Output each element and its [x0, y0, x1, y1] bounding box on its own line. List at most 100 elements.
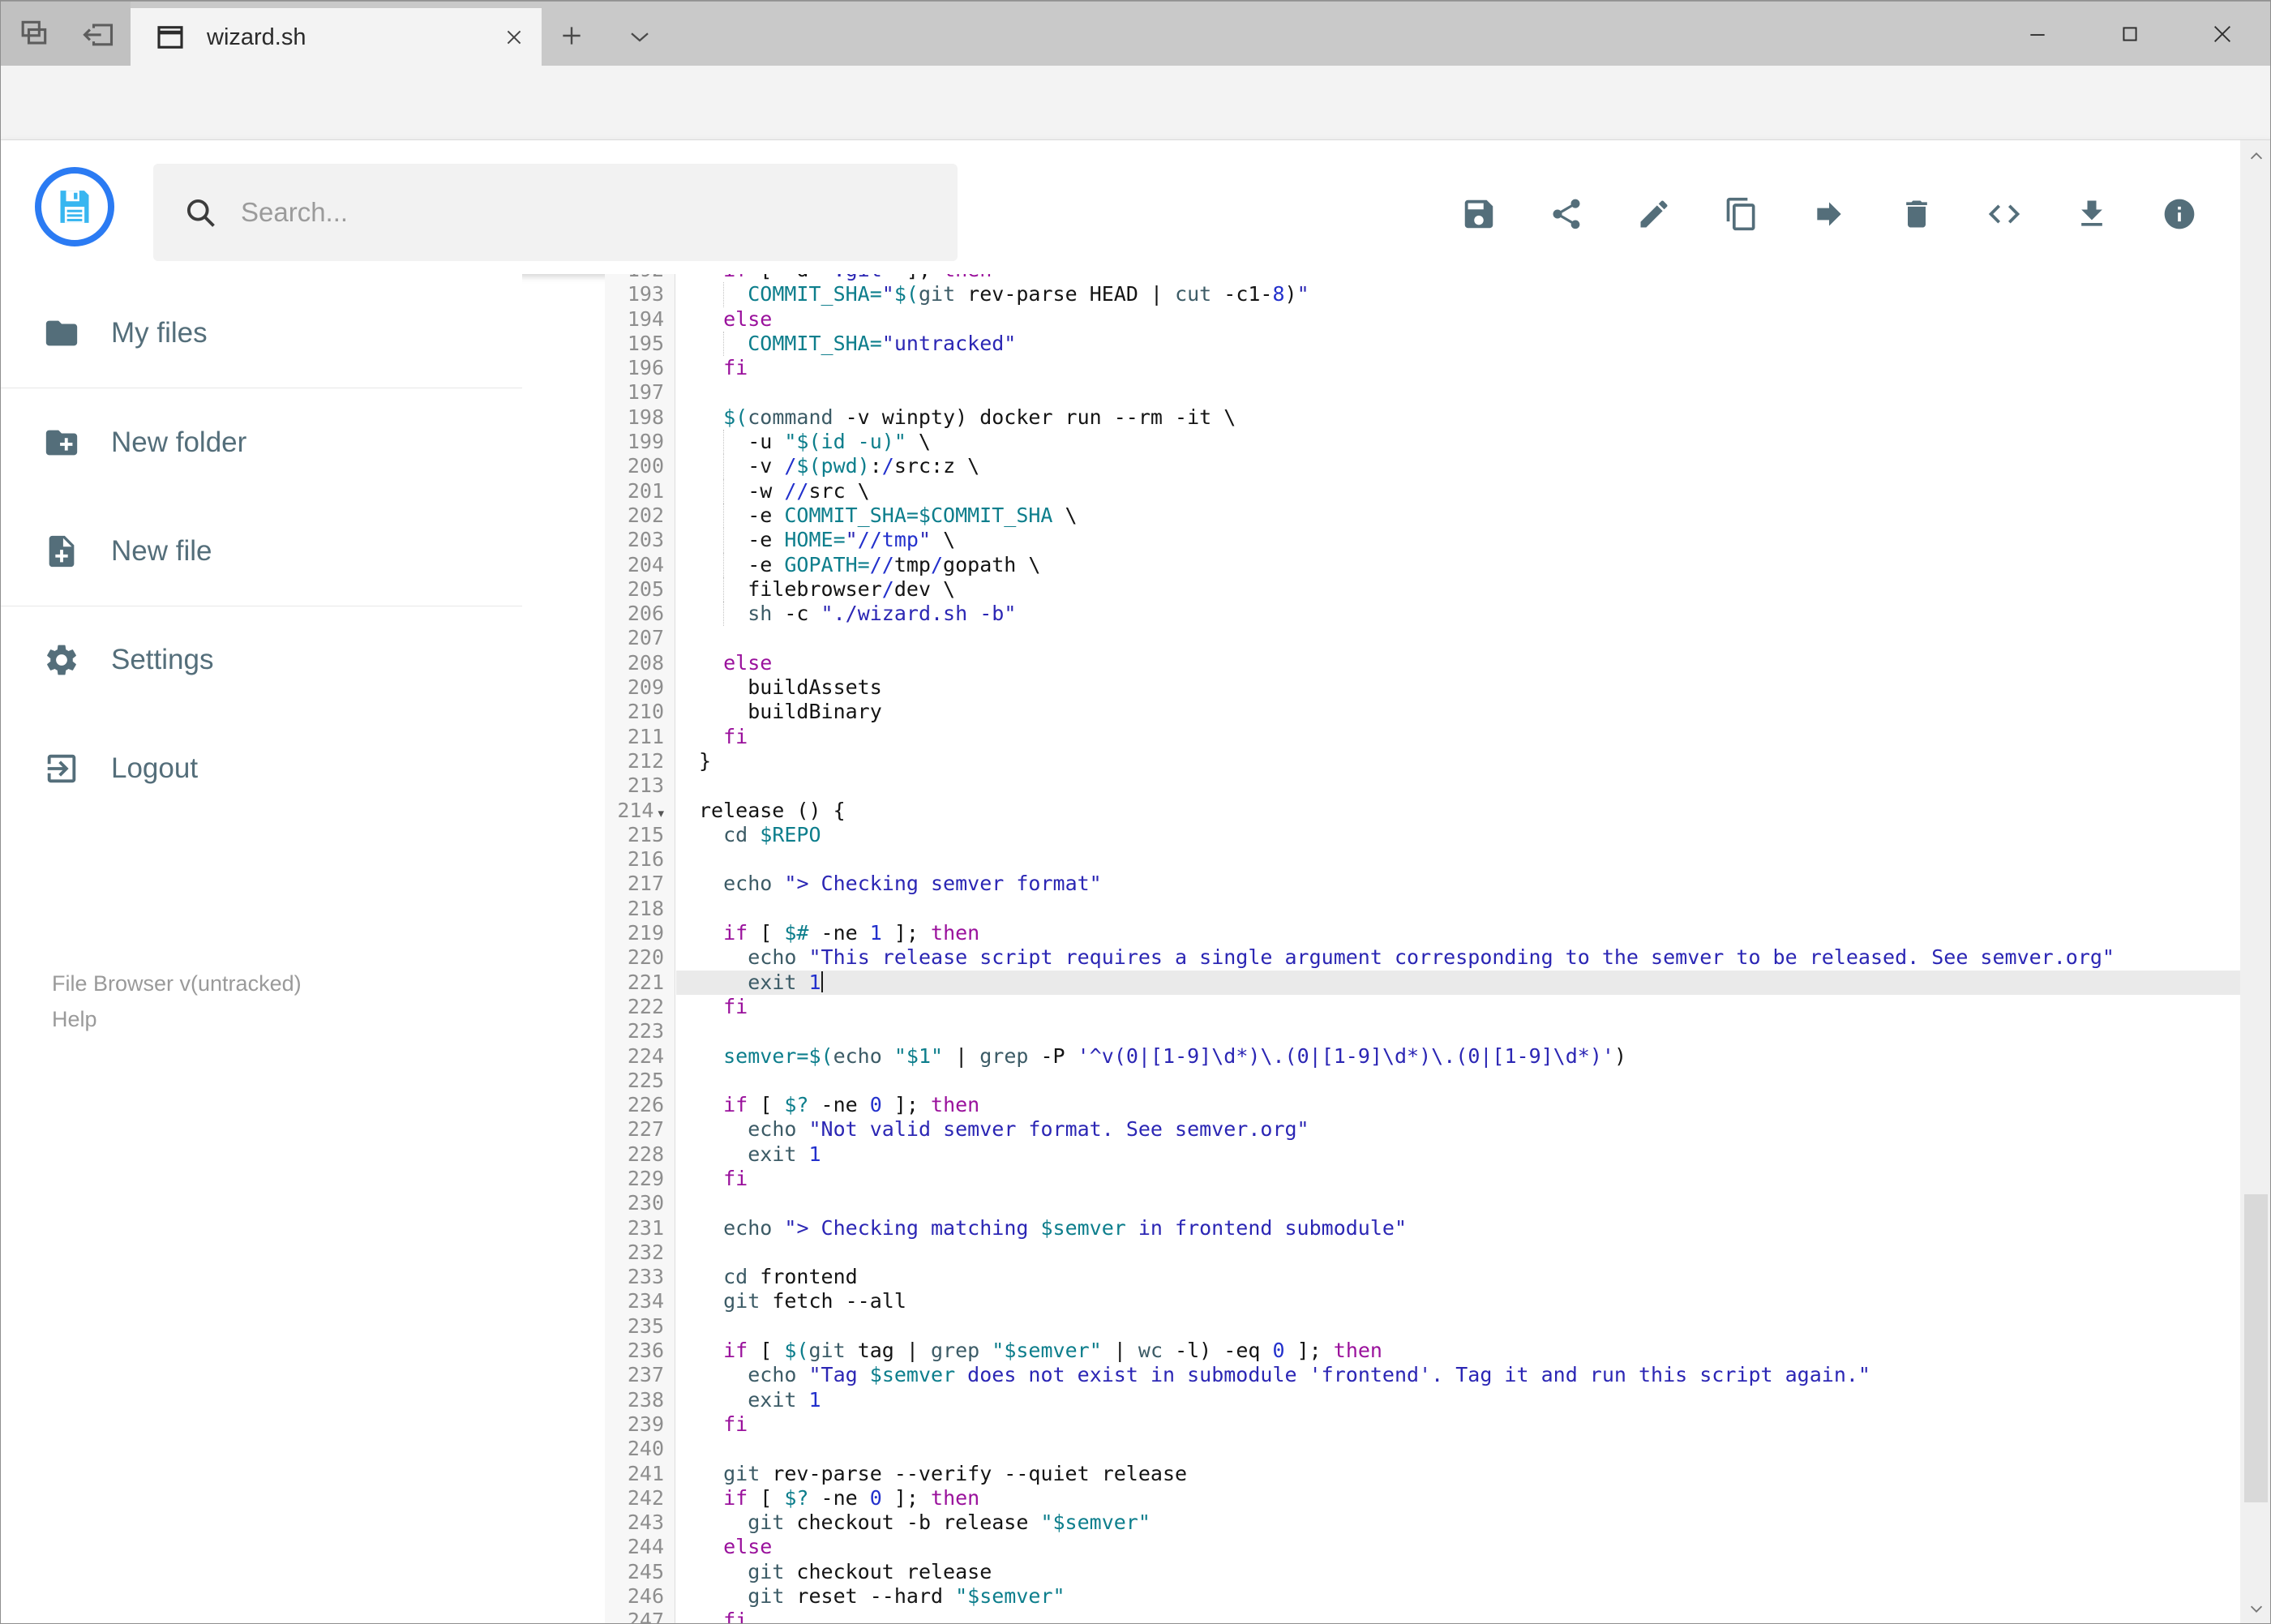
save-icon[interactable]: [1459, 195, 1498, 234]
copy-icon[interactable]: [1722, 195, 1761, 234]
code-line: git checkout release: [748, 1559, 992, 1583]
line-number: 244: [627, 1535, 664, 1559]
sidebar-item-settings[interactable]: Settings: [1, 628, 522, 692]
line-number: 205: [627, 576, 664, 601]
code-line: if [ $# -ne 1 ]; then: [723, 921, 980, 945]
code-line: exit 1: [676, 970, 2240, 995]
line-number: 228: [627, 1142, 664, 1166]
search-bar[interactable]: [153, 164, 958, 261]
floppy-logo-icon: [60, 191, 89, 223]
info-icon[interactable]: [2160, 195, 2199, 234]
new-tab-button[interactable]: [555, 19, 588, 52]
navigation-bar: filebrowser.web/files/wizard.sh: [1, 66, 2270, 193]
close-button[interactable]: [2188, 2, 2256, 66]
sidebar-item-new-folder[interactable]: New folder: [1, 410, 522, 475]
code-line: sh -c "./wizard.sh -b": [676, 602, 2240, 627]
scrollbar-track[interactable]: [2240, 140, 2270, 1623]
code-line: echo "This release script requires a sin…: [748, 945, 2115, 970]
code-line: fi: [723, 994, 748, 1018]
code-line: if [ -d ".git" ]; then: [676, 274, 2240, 282]
line-number: 204: [627, 552, 664, 576]
code-line: -w //src \: [676, 478, 2240, 504]
download-icon[interactable]: [2072, 195, 2111, 234]
code-line: else: [723, 306, 773, 331]
line-number: 236: [627, 1339, 664, 1363]
sidebar-item-label: My files: [111, 317, 208, 349]
move-icon[interactable]: [1810, 195, 1849, 234]
line-number: 213: [627, 773, 664, 798]
tab-close-icon[interactable]: [498, 21, 530, 54]
code-line: -e HOME="//tmp" \: [676, 528, 2240, 553]
line-number: 206: [627, 602, 664, 626]
help-link[interactable]: Help: [52, 1007, 97, 1032]
new-file-icon: [43, 533, 80, 570]
text-caret: [821, 971, 823, 992]
sidebar-item-label: New file: [111, 535, 212, 567]
line-number: 235: [627, 1313, 664, 1338]
line-number: 233: [627, 1265, 664, 1289]
code-editor[interactable]: 1921931941951961971981992002012022032042…: [605, 274, 2240, 1624]
code-line: echo "Tag $semver does not exist in subm…: [748, 1363, 1870, 1387]
sidebar-item-my-files[interactable]: My files: [1, 301, 522, 366]
app-version: File Browser v(untracked): [52, 971, 302, 996]
search-input[interactable]: [239, 196, 891, 229]
maximize-button[interactable]: [2096, 2, 2164, 66]
code-line: echo "Not valid semver format. See semve…: [748, 1117, 1309, 1142]
set-tabs-aside-icon[interactable]: [80, 16, 116, 52]
minimize-button[interactable]: [2003, 2, 2072, 66]
gear-icon: [43, 641, 80, 679]
code-line: buildBinary: [699, 700, 882, 724]
fold-marker-icon[interactable]: ▾: [658, 806, 664, 821]
search-icon: [182, 195, 218, 230]
code-line: if [ $? -ne 0 ]; then: [723, 1485, 980, 1510]
code-line: fi: [723, 1166, 748, 1190]
app-logo[interactable]: [35, 167, 114, 246]
line-number: 223: [627, 1019, 664, 1043]
line-number: 231: [627, 1215, 664, 1240]
line-number: 197: [627, 380, 664, 405]
line-number: 224: [627, 1043, 664, 1068]
line-number: 237: [627, 1363, 664, 1387]
code-line: fi: [723, 1412, 748, 1436]
line-number: 239: [627, 1412, 664, 1436]
line-number: 207: [627, 626, 664, 650]
code-view-icon[interactable]: [1985, 195, 2024, 234]
code-line: filebrowser/dev \: [676, 576, 2240, 602]
sidebar-item-logout[interactable]: Logout: [1, 736, 522, 801]
tab-wizard-sh[interactable]: wizard.sh: [131, 8, 542, 66]
line-number: 226: [627, 1093, 664, 1117]
code-line: git reset --hard "$semver": [748, 1584, 1065, 1609]
line-number: 212: [627, 748, 664, 773]
share-file-icon[interactable]: [1547, 195, 1586, 234]
code-line: -v /$(pwd):/src:z \: [676, 454, 2240, 479]
line-number: 202: [627, 503, 664, 527]
code-line: cd frontend: [723, 1265, 858, 1289]
line-number: 217: [627, 872, 664, 896]
line-number: 242: [627, 1485, 664, 1510]
code-line: if [ $(git tag | grep "$semver" | wc -l)…: [723, 1339, 1382, 1363]
line-number: 208: [627, 650, 664, 675]
scrollbar-thumb[interactable]: [2244, 1194, 2268, 1502]
code-line: -e GOPATH=//tmp/gopath \: [676, 552, 2240, 578]
code-line: else: [723, 650, 773, 675]
tab-title: wizard.sh: [207, 24, 306, 50]
code-line: echo "> Checking matching $semver in fro…: [723, 1215, 1408, 1240]
line-number: 192: [605, 274, 675, 282]
line-number: 232: [627, 1240, 664, 1264]
delete-icon[interactable]: [1897, 195, 1936, 234]
code-lines: if [ -d ".git" ]; then COMMIT_SHA="$(git…: [676, 274, 2240, 1623]
line-number: 221: [627, 970, 664, 994]
rename-icon[interactable]: [1635, 195, 1673, 234]
tab-preview-chevron-icon[interactable]: [623, 23, 656, 50]
line-number: 247: [627, 1609, 664, 1624]
tabs-overview-icon[interactable]: [15, 16, 51, 52]
line-number: 198: [627, 405, 664, 429]
sidebar-item-new-file[interactable]: New file: [1, 519, 522, 584]
scrollbar-up-icon[interactable]: [2240, 140, 2270, 173]
scrollbar-down-icon[interactable]: [2240, 1592, 2270, 1623]
